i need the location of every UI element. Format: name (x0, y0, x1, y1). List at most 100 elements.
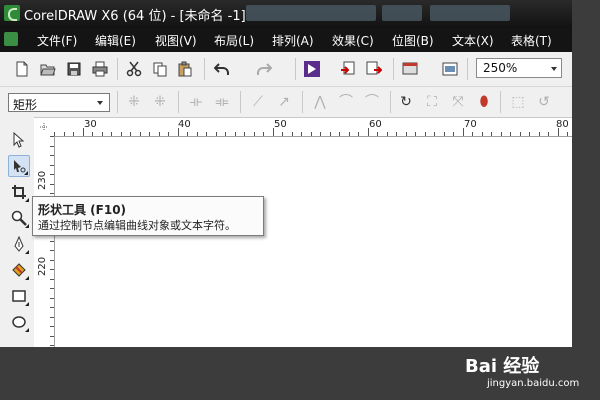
ruler-tick (377, 132, 378, 136)
zoom-tool[interactable] (8, 207, 30, 229)
ruler-tick (472, 132, 473, 136)
to-line-button[interactable]: ⟋ (250, 94, 266, 111)
coreldraw-logo-icon (4, 5, 20, 21)
add-node-icon: ⁜ (128, 94, 140, 110)
break-curve-button[interactable]: ⟚ (214, 94, 230, 111)
ruler-tick (253, 132, 255, 136)
ruler-tick (282, 132, 283, 136)
ruler-tick (50, 278, 54, 280)
ruler-tick (139, 132, 141, 136)
shape-tool-tooltip: 形状工具 (F10) 通过控制节点编辑曲线对象或文本字符。 (32, 196, 264, 236)
shape-type-select[interactable]: 矩形 (8, 93, 110, 112)
open-button[interactable] (40, 61, 56, 77)
import-button[interactable] (340, 61, 356, 77)
toolbar-separator (467, 58, 468, 80)
smooth-node-button[interactable]: ⌒ (338, 94, 354, 111)
join-nodes-button[interactable]: ⟛ (188, 94, 204, 111)
stretch-nodes-icon: ⬮ (479, 94, 489, 110)
ruler-tick (130, 132, 131, 136)
join-nodes-icon: ⟛ (189, 94, 203, 110)
menu-bitmaps[interactable]: 位图(B) (392, 32, 434, 49)
pick-tool[interactable] (8, 129, 30, 151)
ruler-tick (443, 132, 445, 136)
welcome-screen-button[interactable] (442, 61, 458, 77)
cut-button[interactable] (126, 61, 142, 77)
ruler-tick (244, 132, 245, 136)
zoom-level-select[interactable]: 250% (476, 58, 562, 78)
freehand-tool[interactable] (8, 233, 30, 255)
ruler-tick (120, 132, 122, 136)
search-content-icon (304, 61, 320, 77)
ellipse-tool[interactable] (8, 311, 30, 333)
crop-tool[interactable] (8, 181, 30, 203)
stretch-nodes-button[interactable]: ⬮ (476, 94, 492, 111)
ruler-tick (491, 132, 492, 136)
save-button[interactable] (66, 61, 82, 77)
ruler-tick (50, 307, 54, 308)
ruler-tick (196, 132, 198, 136)
ruler-label: 50 (274, 119, 287, 130)
ruler-tick (234, 132, 236, 136)
add-node-button[interactable]: ⁜ (126, 94, 142, 111)
menu-file[interactable]: 文件(F) (37, 32, 77, 49)
menu-table[interactable]: 表格(T) (511, 32, 552, 49)
ruler-tick (557, 128, 559, 136)
menu-edit[interactable]: 编辑(E) (95, 32, 136, 49)
to-curve-button[interactable]: ↗ (276, 94, 292, 111)
align-nodes-button[interactable]: ↺ (536, 94, 552, 111)
ruler-tick (367, 128, 369, 136)
menu-layout[interactable]: 布局(L) (214, 32, 254, 49)
drawing-canvas[interactable] (55, 137, 572, 347)
smart-fill-tool[interactable] (8, 259, 30, 281)
blurred-taskbar-area-2 (382, 5, 422, 21)
property-bar-separator (302, 91, 303, 113)
undo-button[interactable] (214, 61, 230, 77)
menu-view[interactable]: 视图(V) (155, 32, 197, 49)
ruler-label: 230 (37, 170, 48, 190)
extract-subpath-button[interactable]: ⤧ (450, 94, 466, 111)
export-button[interactable] (366, 61, 382, 77)
ruler-tick (453, 132, 454, 136)
reverse-direction-button[interactable]: ↻ (398, 94, 414, 111)
title-bar[interactable]: CorelDRAW X6 (64 位) - [未命名 -1] (0, 0, 572, 28)
ruler-tick (50, 183, 54, 185)
rotate-nodes-button[interactable]: ⬚ (510, 94, 526, 111)
copy-button[interactable] (152, 61, 168, 77)
ruler-tick (225, 132, 226, 136)
menu-text[interactable]: 文本(X) (452, 32, 494, 49)
ruler-tick (339, 132, 340, 136)
ruler-tick (50, 335, 54, 337)
ruler-tick (348, 132, 350, 136)
toolbar-separator (393, 58, 394, 80)
application-launcher-button[interactable] (402, 61, 418, 77)
horizontal-ruler[interactable]: 30 40 50 60 70 80 (54, 118, 572, 137)
export-icon (366, 61, 382, 75)
print-button[interactable] (92, 61, 108, 77)
cusp-node-button[interactable]: ⋀ (312, 94, 328, 111)
ruler-origin[interactable] (34, 118, 55, 137)
ruler-tick (291, 132, 293, 136)
ruler-tick (50, 269, 54, 270)
search-content-button[interactable] (304, 61, 320, 77)
ruler-tick (50, 345, 54, 346)
extend-curve-button[interactable]: ⛶ (424, 94, 440, 111)
redo-button[interactable] (256, 61, 272, 77)
flyout-indicator (25, 198, 29, 202)
ruler-label: 70 (464, 119, 477, 130)
symmetrical-node-button[interactable]: ⌒ (364, 94, 380, 111)
ruler-tick (510, 132, 511, 136)
vertical-ruler[interactable]: 230 220 (34, 136, 55, 347)
document-menu-icon[interactable] (4, 32, 18, 46)
flyout-indicator (25, 224, 29, 228)
rectangle-tool[interactable] (8, 285, 30, 307)
delete-node-button[interactable]: ⁜ (152, 94, 168, 111)
menu-effects[interactable]: 效果(C) (332, 32, 374, 49)
shape-tool[interactable] (8, 155, 30, 177)
menu-arrange[interactable]: 排列(A) (272, 32, 314, 49)
ruler-tick (168, 132, 169, 136)
watermark-url: jingyan.baidu.com (487, 378, 580, 389)
toolbox (0, 117, 35, 347)
new-button[interactable] (14, 61, 30, 77)
paste-button[interactable] (177, 61, 193, 77)
polygon-tool[interactable] (8, 337, 30, 347)
